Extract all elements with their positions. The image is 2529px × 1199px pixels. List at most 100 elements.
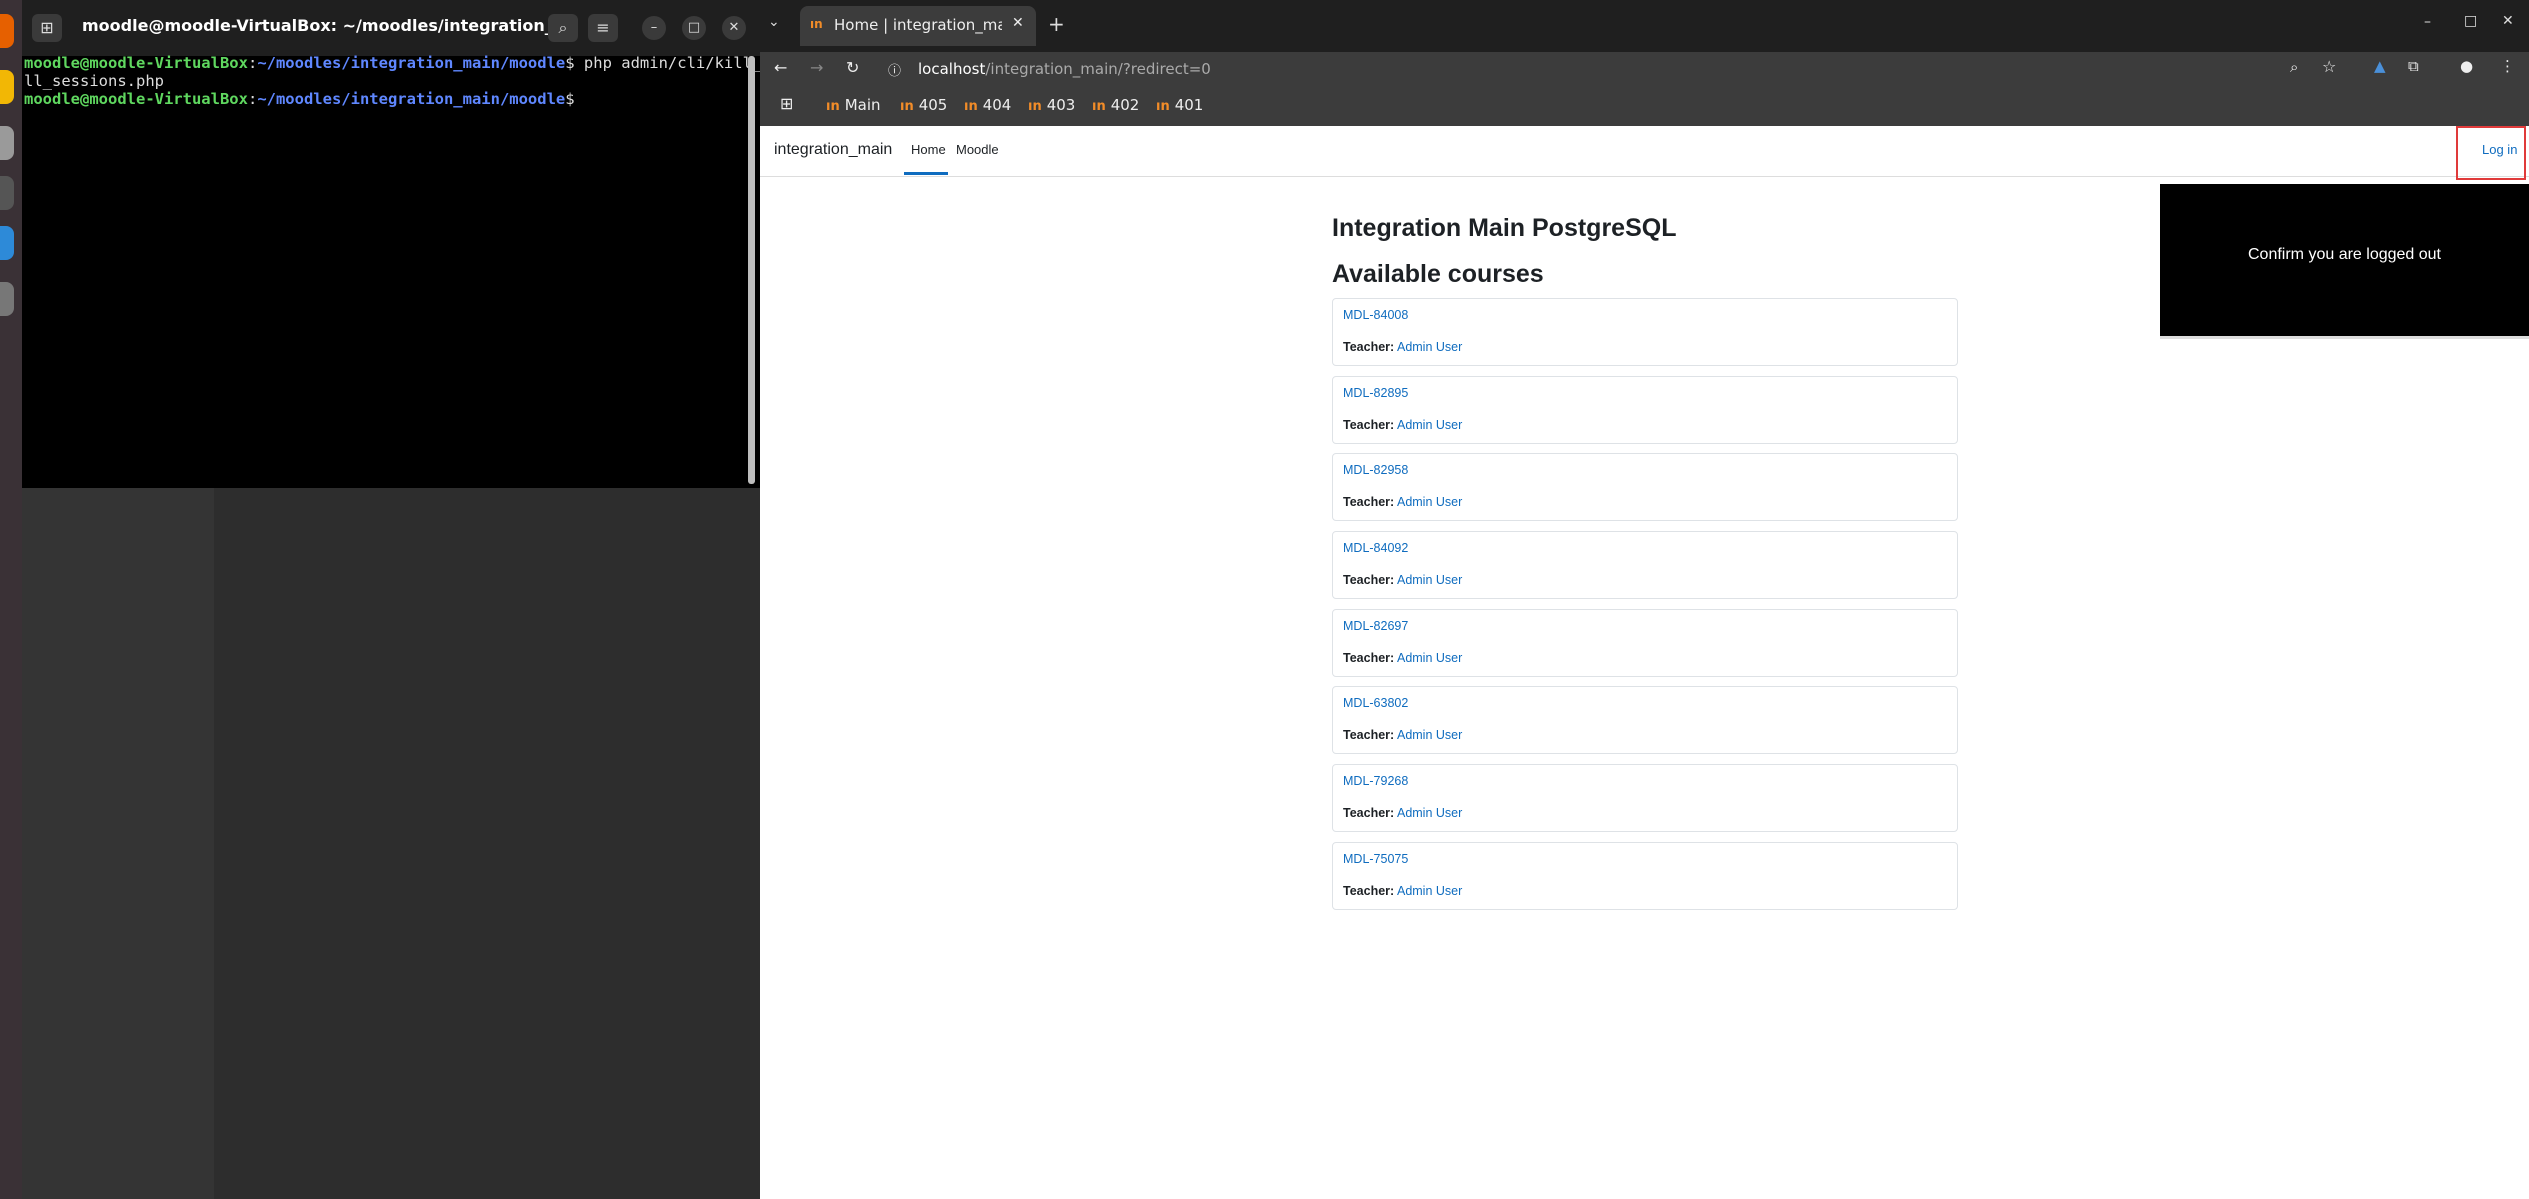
course-teacher: Teacher: Admin User <box>1343 806 1462 820</box>
course-link[interactable]: MDL-79268 <box>1343 774 1408 788</box>
terminal-line: moodle@moodle-VirtualBox:~/moodles/integ… <box>24 54 771 72</box>
bookmark-405[interactable]: ın 405 <box>900 96 947 114</box>
bookmark-404[interactable]: ın 404 <box>964 96 1011 114</box>
course-link[interactable]: MDL-84008 <box>1343 308 1408 322</box>
course-link[interactable]: MDL-82895 <box>1343 386 1408 400</box>
moodle-bookmark-icon: ın <box>826 99 840 114</box>
terminal-output[interactable]: moodle@moodle-VirtualBox:~/moodles/integ… <box>24 54 771 108</box>
bookmark-star-icon[interactable]: ☆ <box>2322 57 2336 76</box>
bookmark-label: 405 <box>918 96 948 114</box>
search-icon[interactable]: ⌕ <box>548 14 578 42</box>
site-info-icon[interactable]: ⓘ <box>888 60 901 79</box>
terminal-scrollbar[interactable] <box>748 56 755 484</box>
teacher-link[interactable]: Admin User <box>1397 651 1462 665</box>
course-link[interactable]: MDL-84092 <box>1343 541 1408 555</box>
tab-search-icon[interactable]: ⌄ <box>768 14 780 30</box>
browser-window: ⌄ ın Home | integration_main ✕ + – □ ✕ ←… <box>760 0 2529 1199</box>
teacher-link[interactable]: Admin User <box>1397 340 1462 354</box>
course-card: MDL-79268 Teacher: Admin User <box>1332 764 1958 833</box>
firefox-icon[interactable] <box>0 14 14 48</box>
site-name[interactable]: integration_main <box>774 141 892 159</box>
app-icon[interactable] <box>0 282 14 316</box>
teacher-label: Teacher: <box>1343 340 1395 354</box>
logout-notice: Confirm you are logged out <box>2160 184 2529 339</box>
prompt-sep: : <box>247 90 258 108</box>
course-card: MDL-82895 Teacher: Admin User <box>1332 375 1958 444</box>
extensions-puzzle-icon[interactable]: ⧉ <box>2408 57 2419 75</box>
menu-icon[interactable]: ≡ <box>588 14 618 42</box>
url-host: localhost <box>918 60 986 78</box>
course-teacher: Teacher: Admin User <box>1343 340 1462 354</box>
login-link[interactable]: Log in <box>2482 142 2517 157</box>
course-link[interactable]: MDL-82958 <box>1343 463 1408 477</box>
chrome-icon[interactable] <box>0 70 14 104</box>
teacher-label: Teacher: <box>1343 650 1395 665</box>
bookmark-401[interactable]: ın 401 <box>1156 96 1203 114</box>
close-icon[interactable]: ✕ <box>2502 13 2514 29</box>
tab-title: Home | integration_main <box>834 16 1002 34</box>
tab-close-icon[interactable]: ✕ <box>1012 15 1024 31</box>
apps-grid-icon[interactable]: ⊞ <box>780 94 793 113</box>
maximize-icon[interactable]: □ <box>682 16 706 40</box>
zoom-icon[interactable]: ⌕ <box>2290 58 2298 76</box>
moodle-bookmark-icon: ın <box>1156 99 1170 114</box>
bookmark-main[interactable]: ın Main <box>826 96 881 114</box>
prompt-path: ~/moodles/integration_main/moodle <box>257 54 566 72</box>
teacher-link[interactable]: Admin User <box>1397 495 1462 509</box>
bookmark-label: 401 <box>1174 96 1204 114</box>
terminal-icon[interactable] <box>0 176 14 210</box>
reload-icon[interactable]: ↻ <box>846 58 859 77</box>
prompt-sep: : <box>247 54 258 72</box>
teacher-link[interactable]: Admin User <box>1397 884 1462 898</box>
back-icon[interactable]: ← <box>774 58 787 77</box>
teacher-link[interactable]: Admin User <box>1397 573 1462 587</box>
desktop-background <box>22 488 214 1199</box>
course-teacher: Teacher: Admin User <box>1343 728 1462 742</box>
minimize-icon[interactable]: – <box>2424 14 2431 30</box>
extension-icon[interactable]: ▲ <box>2374 57 2386 75</box>
moodle-favicon-icon: ın <box>810 17 823 31</box>
page-title: Integration Main PostgreSQL <box>1332 214 1677 242</box>
new-tab-icon[interactable]: + <box>1048 12 1065 36</box>
url-path: /integration_main/?redirect=0 <box>985 60 1211 78</box>
bookmark-402[interactable]: ın 402 <box>1092 96 1139 114</box>
new-tab-icon[interactable]: ⊞ <box>32 14 62 42</box>
teacher-link[interactable]: Admin User <box>1397 418 1462 432</box>
files-icon[interactable] <box>0 126 14 160</box>
terminal-line: moodle@moodle-VirtualBox:~/moodles/integ… <box>24 90 744 108</box>
nav-moodle[interactable]: Moodle <box>956 142 999 157</box>
prompt-user: moodle@moodle-VirtualBox <box>24 90 248 108</box>
close-icon[interactable]: ✕ <box>722 16 746 40</box>
vscode-icon[interactable] <box>0 226 14 260</box>
profile-icon[interactable]: ● <box>2460 57 2473 75</box>
desktop-background <box>214 488 760 1199</box>
teacher-label: Teacher: <box>1343 806 1395 821</box>
course-link[interactable]: MDL-63802 <box>1343 696 1408 710</box>
terminal-window[interactable]: ⊞ moodle@moodle-VirtualBox: ~/moodles/in… <box>22 0 771 488</box>
browser-menu-icon[interactable]: ⋮ <box>2500 57 2515 75</box>
minimize-icon[interactable]: – <box>642 16 666 40</box>
web-page: integration_main Home Moodle Log in Conf… <box>760 126 2529 1199</box>
forward-icon[interactable]: → <box>810 58 823 77</box>
teacher-label: Teacher: <box>1343 495 1395 510</box>
tab-home[interactable]: ın Home | integration_main ✕ <box>800 6 1036 46</box>
course-card: MDL-82697 Teacher: Admin User <box>1332 608 1958 677</box>
course-link[interactable]: MDL-75075 <box>1343 852 1408 866</box>
teacher-link[interactable]: Admin User <box>1397 806 1462 820</box>
url-field[interactable]: localhost/integration_main/?redirect=0 <box>918 60 1211 78</box>
course-card: MDL-84092 Teacher: Admin User <box>1332 531 1958 600</box>
tab-strip: ⌄ ın Home | integration_main ✕ + – □ ✕ <box>760 0 2529 52</box>
course-link[interactable]: MDL-82697 <box>1343 619 1408 633</box>
ubuntu-dock <box>0 0 22 1199</box>
course-card: MDL-63802 Teacher: Admin User <box>1332 686 1958 755</box>
course-card: MDL-82958 Teacher: Admin User <box>1332 453 1958 522</box>
nav-home[interactable]: Home <box>911 142 946 157</box>
bookmark-403[interactable]: ın 403 <box>1028 96 1075 114</box>
teacher-link[interactable]: Admin User <box>1397 728 1462 742</box>
teacher-label: Teacher: <box>1343 728 1395 743</box>
course-teacher: Teacher: Admin User <box>1343 651 1462 665</box>
terminal-title: moodle@moodle-VirtualBox: ~/moodles/inte… <box>82 16 562 35</box>
maximize-icon[interactable]: □ <box>2464 13 2477 29</box>
course-teacher: Teacher: Admin User <box>1343 884 1462 898</box>
course-teacher: Teacher: Admin User <box>1343 495 1462 509</box>
